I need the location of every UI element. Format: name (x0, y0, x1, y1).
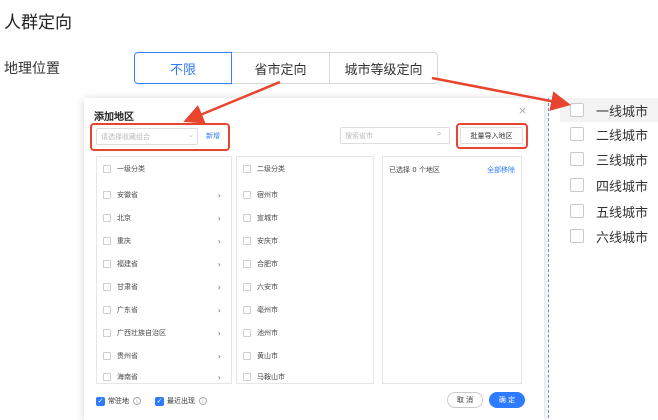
arrow-to-tiers (431, 76, 571, 111)
annotation-arrows (183, 76, 571, 124)
arrow-to-combo (183, 80, 281, 124)
